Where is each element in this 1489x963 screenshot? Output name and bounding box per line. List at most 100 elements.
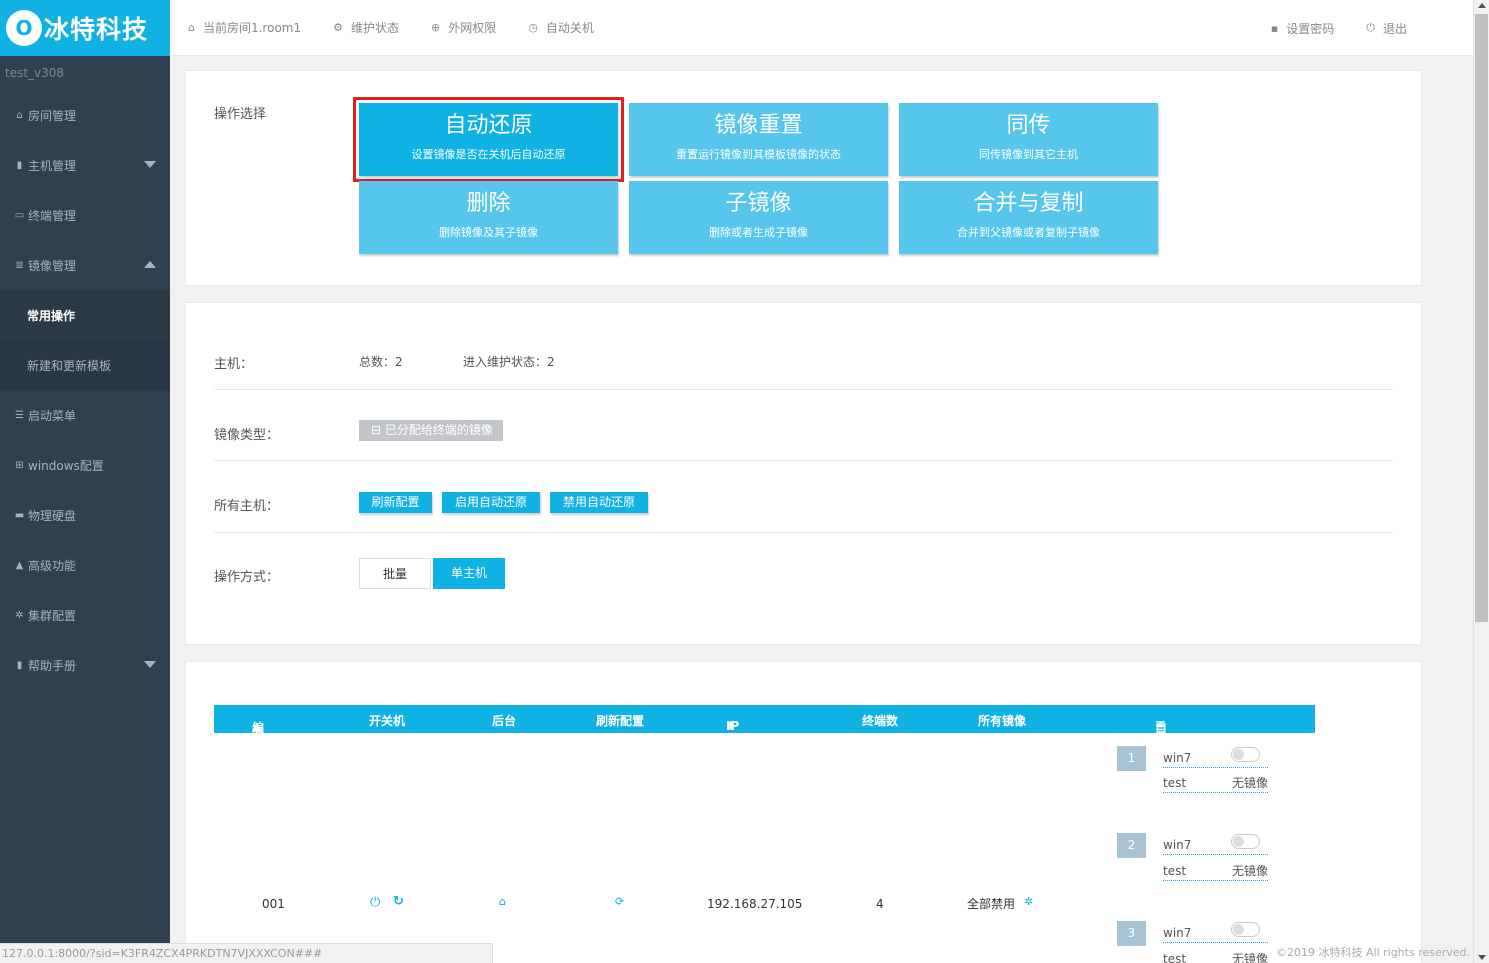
sidebar-item-help[interactable]: ▮ 帮助手册 (0, 640, 170, 690)
image-os-label: win7 (1163, 751, 1192, 765)
version-label: test_v308 (5, 66, 65, 80)
col-all-images: 所有镜像 (978, 714, 1027, 728)
op-title: 镜像重置 (714, 113, 803, 138)
image-number: 3 (1117, 921, 1146, 946)
wrench-icon: ⚙ (333, 21, 343, 34)
image-number: 1 (1117, 746, 1146, 771)
row-terminals: 4 (876, 897, 884, 911)
delete-button[interactable]: 删除 删除镜像及其子镜像 (359, 181, 618, 254)
all-hosts-label: 所有主机： (214, 499, 280, 514)
network-link[interactable]: ⊕ 外网权限 (431, 19, 496, 36)
sidebar-item-label: 终端管理 (28, 208, 77, 223)
image-reset-button[interactable]: 镜像重置重置运行镜像到其模板镜像的状态 (629, 103, 888, 176)
sidebar-item-label: 常用操作 (27, 308, 76, 323)
set-password-label: 设置密码 (1286, 21, 1335, 36)
enable-auto-restore-button[interactable]: 启用自动还原 (442, 492, 540, 513)
list-icon: ☰ (15, 409, 24, 421)
logout-link[interactable]: ⏻ 退出 (1366, 20, 1407, 37)
logo-mark-icon: O (6, 10, 42, 46)
sidebar-item-disks[interactable]: ▬ 物理硬盘 (0, 490, 170, 540)
power-icon[interactable]: ⏻ (370, 895, 380, 910)
scroll-up-icon[interactable] (1478, 3, 1486, 8)
sidebar-item-cluster[interactable]: ✲ 集群配置 (0, 590, 170, 640)
image-type-label: 镜像类型： (214, 428, 280, 443)
op-title: 同传 (1006, 113, 1051, 138)
server-icon: ▮ (16, 159, 23, 171)
auto-restore-toggle[interactable] (1231, 834, 1260, 849)
host-maintenance-count: 进入维护状态：2 (463, 355, 555, 369)
sidebar-item-label: 新建和更新模板 (27, 358, 112, 373)
operations-panel: 操作选择 自动还原 设置镜像是否在关机后自动还原 镜像重置重置运行镜像到其模板镜像… (185, 70, 1422, 286)
status-url: 127.0.0.1:8000/?sid=K3FR4ZCX4PRKDTN7VJXX… (0, 943, 493, 963)
ops-label: 操作选择 (214, 107, 267, 122)
maintenance-link[interactable]: ⚙ 维护状态 (333, 19, 399, 36)
tag-icon: ⊟ (371, 423, 385, 437)
auto-restore-button[interactable]: 自动还原 设置镜像是否在关机后自动还原 (353, 97, 624, 182)
gear-icon[interactable]: ✲ (1024, 895, 1033, 908)
sidebar-item-label: 帮助手册 (28, 658, 77, 673)
merge-copy-button[interactable]: 合并与复制 合并到父镜像或者复制子镜像 (899, 181, 1158, 254)
auto-restore-toggle[interactable] (1231, 922, 1260, 937)
sidebar-item-label: windows配置 (28, 458, 104, 473)
sidebar-item-hosts[interactable]: ▮ 主机管理 (0, 140, 170, 190)
chevron-down-icon (144, 661, 156, 668)
refresh-config-button[interactable]: 刷新配置 (359, 492, 432, 513)
auto-restore-toggle[interactable] (1231, 747, 1260, 762)
sidebar-item-windows[interactable]: ⊞ windows配置 (0, 440, 170, 490)
globe-icon: ⊕ (431, 21, 441, 34)
col-power: 开关机 (369, 714, 406, 728)
image-os-label: win7 (1163, 926, 1192, 940)
brand-name: 冰特科技 (44, 15, 149, 44)
warning-icon: ▲ (15, 559, 24, 571)
sync-transfer-button[interactable]: 同传 同传镜像到其它主机 (899, 103, 1158, 176)
scroll-down-icon[interactable] (1478, 955, 1486, 960)
batch-mode-button[interactable]: 批量 (359, 558, 431, 589)
divider (214, 532, 1393, 533)
list-icon: ☰ (1155, 719, 1166, 733)
sort-asc-icon: ▲ (252, 719, 262, 733)
op-desc: 删除镜像及其子镜像 (439, 226, 538, 239)
sidebar-item-common-ops[interactable]: 常用操作 (0, 290, 170, 340)
image-type-value: 已分配给终端的镜像 (384, 423, 493, 437)
op-desc: 删除或者生成子镜像 (709, 226, 808, 239)
sidebar-item-label: 集群配置 (28, 608, 77, 623)
lock-icon: ▪ (1270, 21, 1279, 35)
current-room-label: 当前房间1.room1 (202, 21, 302, 35)
restart-icon[interactable]: ↻ (393, 894, 404, 909)
image-name-row: test 无镜像 (1163, 949, 1268, 963)
home-icon: ⌂ (16, 109, 23, 121)
table-header: 编号 ▲ 开关机 后台 刷新配置 IP地址 ⬍ 终端数 所有镜像 自动还原 ☰ (214, 705, 1315, 786)
sidebar: O 冰特科技 test_v308 ⌂ 房间管理 ▮ 主机管理 ▭ 终端管理 ≣ 镜像管理… (0, 0, 170, 963)
scrollbar-thumb[interactable] (1475, 14, 1488, 622)
current-room-link[interactable]: ⌂ 当前房间1.room1 (188, 19, 301, 36)
sidebar-item-label: 房间管理 (28, 108, 77, 123)
top-bar: ⌂ 当前房间1.room1 ⚙ 维护状态 ⊕ 外网权限 ◷ 自动关机 ▪ 设置密码 ⏻ 退出 (170, 0, 1473, 56)
sidebar-item-rooms[interactable]: ⌂ 房间管理 (0, 90, 170, 140)
monitor-icon: ▭ (14, 209, 25, 221)
logo[interactable]: O 冰特科技 (0, 0, 170, 56)
disable-auto-restore-button[interactable]: 禁用自动还原 (550, 492, 648, 513)
auto-shutdown-link[interactable]: ◷ 自动关机 (528, 19, 594, 36)
image-name: test (1163, 776, 1187, 790)
host-total: 总数：2 (359, 355, 403, 369)
auto-shutdown-label: 自动关机 (545, 21, 594, 35)
sidebar-item-images[interactable]: ≣ 镜像管理 (0, 240, 170, 290)
divider (214, 460, 1393, 461)
refresh-icon[interactable]: ⟳ (615, 895, 624, 908)
sidebar-item-templates[interactable]: 新建和更新模板 (0, 340, 170, 390)
divider (214, 389, 1393, 390)
single-host-mode-button[interactable]: 单主机 (433, 558, 505, 589)
row-id: 001 (262, 897, 285, 911)
set-password-link[interactable]: ▪ 设置密码 (1271, 20, 1334, 37)
op-desc: 设置镜像是否在关机后自动还原 (411, 148, 566, 161)
scrollbar[interactable] (1473, 0, 1489, 963)
sidebar-item-terminals[interactable]: ▭ 终端管理 (0, 190, 170, 240)
host-label: 主机： (214, 357, 254, 372)
sidebar-item-advanced[interactable]: ▲ 高级功能 (0, 540, 170, 590)
image-name-row: test 无镜像 (1163, 773, 1268, 793)
op-desc: 重置运行镜像到其模板镜像的状态 (676, 148, 841, 161)
sidebar-item-boot-menu[interactable]: ☰ 启动菜单 (0, 390, 170, 440)
child-image-button[interactable]: 子镜像 删除或者生成子镜像 (629, 181, 888, 254)
home-icon[interactable]: ⌂ (499, 895, 506, 908)
image-name-row: test 无镜像 (1163, 861, 1268, 881)
